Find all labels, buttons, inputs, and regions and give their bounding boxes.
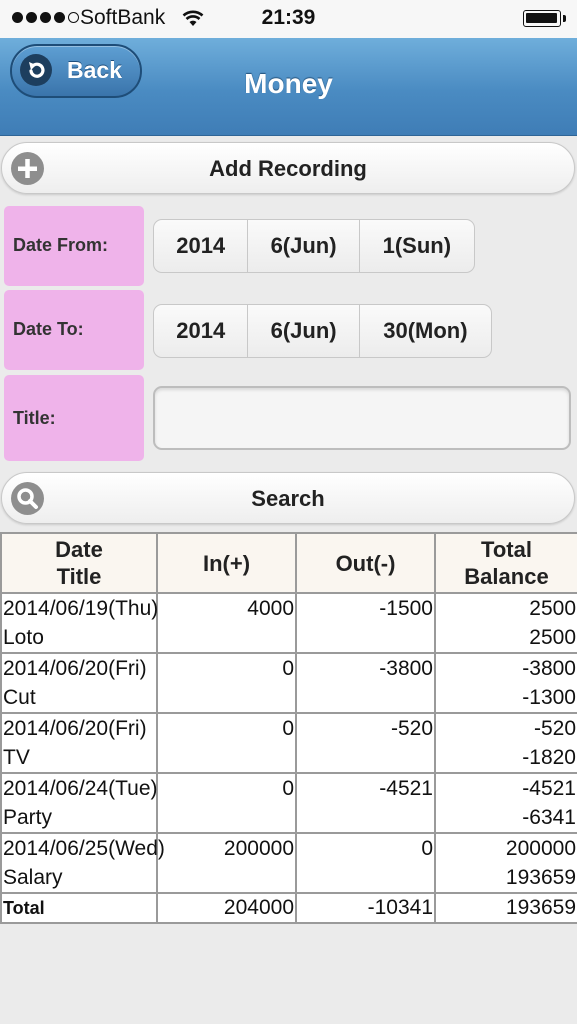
row-date-link[interactable]: 2014/06/19(Thu) — [3, 594, 158, 623]
row-total: 2500 — [529, 597, 576, 620]
search-button[interactable]: Search — [1, 472, 575, 524]
date-from-year[interactable]: 2014 — [154, 220, 249, 272]
page-title: Money — [244, 68, 333, 99]
total-label: Total — [0, 892, 158, 924]
search-label: Search — [251, 486, 325, 511]
row-title-link[interactable]: Salary — [3, 863, 155, 892]
date-from-label: Date From: — [4, 206, 144, 286]
row-in: 0 — [156, 712, 297, 774]
row-in: 0 — [156, 772, 297, 834]
table-row[interactable]: 2014/06/19(Thu) Loto 4000 -1500 2500 2500 — [0, 592, 577, 654]
date-to-label-text: Date To: — [13, 319, 84, 339]
title-input[interactable] — [153, 386, 571, 450]
row-balance: -6341 — [522, 806, 576, 829]
row-balance: -1820 — [522, 746, 576, 769]
date-to-picker[interactable]: 2014 6(Jun) 30(Mon) — [153, 304, 492, 358]
date-from-picker[interactable]: 2014 6(Jun) 1(Sun) — [153, 219, 475, 273]
row-out: -4521 — [295, 772, 436, 834]
row-title-link[interactable]: TV — [3, 743, 155, 772]
row-title-link[interactable]: Loto — [3, 623, 155, 652]
battery-icon — [523, 10, 566, 27]
row-date-title[interactable]: 2014/06/24(Tue) Party — [0, 772, 158, 834]
row-total-balance: 200000 193659 — [434, 832, 577, 894]
row-out: -520 — [295, 712, 436, 774]
row-total-balance: -3800 -1300 — [434, 652, 577, 714]
row-total: 200000 — [505, 837, 576, 860]
row-date-title[interactable]: 2014/06/20(Fri) TV — [0, 712, 158, 774]
money-table: Date Title In(+) Out(-) Total Balance 20… — [0, 532, 577, 924]
row-total-balance: -520 -1820 — [434, 712, 577, 774]
row-total: -3800 — [522, 657, 576, 680]
date-to-day[interactable]: 30(Mon) — [360, 305, 491, 357]
table-row[interactable]: 2014/06/20(Fri) Cut 0 -3800 -3800 -1300 — [0, 652, 577, 714]
row-date-link[interactable]: 2014/06/24(Tue) — [3, 774, 158, 803]
status-time: 21:39 — [261, 6, 316, 29]
table-row[interactable]: 2014/06/20(Fri) TV 0 -520 -520 -1820 — [0, 712, 577, 774]
date-from-month[interactable]: 6(Jun) — [248, 220, 360, 272]
total-balance-header: Total Balance — [434, 532, 577, 594]
row-total-balance: -4521 -6341 — [434, 772, 577, 834]
row-in: 0 — [156, 652, 297, 714]
add-recording-label: Add Recording — [209, 156, 367, 181]
row-out: 0 — [295, 832, 436, 894]
row-title-link[interactable]: Cut — [3, 683, 155, 712]
row-date-link[interactable]: 2014/06/20(Fri) — [3, 714, 155, 743]
balance-header: Balance — [464, 564, 549, 589]
row-title-link[interactable]: Party — [3, 803, 155, 832]
total-row: Total 204000 -10341 193659 — [0, 892, 577, 924]
add-recording-button[interactable]: Add Recording — [1, 142, 575, 194]
date-header: Date — [55, 537, 103, 562]
row-date-title[interactable]: 2014/06/20(Fri) Cut — [0, 652, 158, 714]
title-header: Title — [56, 564, 102, 589]
date-to-label: Date To: — [4, 290, 144, 370]
table-row[interactable]: 2014/06/24(Tue) Party 0 -4521 -4521 -6341 — [0, 772, 577, 834]
row-balance: 2500 — [529, 626, 576, 649]
status-bar: SoftBank 21:39 — [0, 0, 577, 38]
row-in: 4000 — [156, 592, 297, 654]
total-out: -10341 — [295, 892, 436, 924]
row-date-title[interactable]: 2014/06/25(Wed) Salary — [0, 832, 165, 894]
row-balance: 193659 — [505, 866, 576, 889]
date-from-label-text: Date From: — [13, 235, 109, 255]
total-balance: 193659 — [434, 892, 577, 924]
row-in: 200000 — [156, 832, 297, 894]
total-header: Total — [481, 537, 532, 562]
table-header-row: Date Title In(+) Out(-) Total Balance — [0, 532, 577, 594]
row-date-title[interactable]: 2014/06/19(Thu) Loto — [0, 592, 158, 654]
out-header: Out(-) — [295, 532, 436, 594]
row-total-balance: 2500 2500 — [434, 592, 577, 654]
title-label: Title: — [4, 375, 144, 461]
row-date-link[interactable]: 2014/06/25(Wed) — [3, 834, 165, 863]
row-total: -4521 — [522, 777, 576, 800]
date-to-year[interactable]: 2014 — [154, 305, 249, 357]
date-to-month[interactable]: 6(Jun) — [248, 305, 360, 357]
row-total: -520 — [533, 717, 576, 740]
title-label-text: Title: — [13, 408, 56, 428]
date-from-day[interactable]: 1(Sun) — [360, 220, 474, 272]
row-balance: -1300 — [522, 686, 576, 709]
row-out: -1500 — [295, 592, 436, 654]
date-title-header: Date Title — [0, 532, 158, 594]
header-bar: Back Money — [0, 38, 577, 136]
total-in: 204000 — [156, 892, 297, 924]
row-date-link[interactable]: 2014/06/20(Fri) — [3, 654, 155, 683]
row-out: -3800 — [295, 652, 436, 714]
table-row[interactable]: 2014/06/25(Wed) Salary 200000 0 200000 193659 — [0, 832, 577, 894]
in-header: In(+) — [156, 532, 297, 594]
